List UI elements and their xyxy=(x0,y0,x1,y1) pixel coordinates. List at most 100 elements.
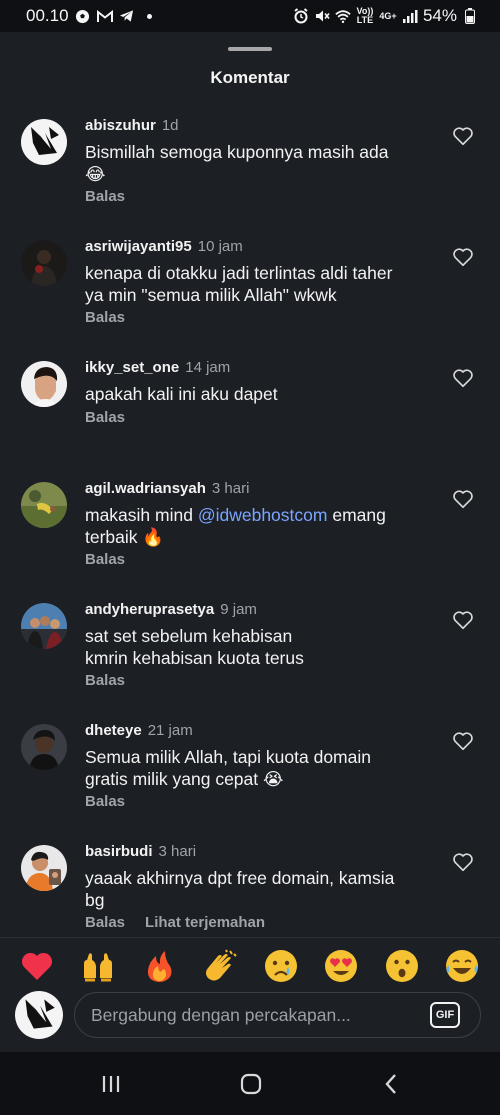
reply-button[interactable]: Balas xyxy=(85,914,125,931)
comment-text: apakah kali ini aku dapet xyxy=(85,383,425,405)
comment-item: asriwijayanti95 10 jam kenapa di otakku j… xyxy=(0,235,500,356)
comment-item: abiszuhur 1d Bismillah semoga kuponnya ma… xyxy=(0,114,500,235)
comment-list: abiszuhur 1d Bismillah semoga kuponnya ma… xyxy=(0,114,500,961)
sheet-title: Komentar xyxy=(210,68,290,87)
comment-line: apakah kali ini aku dapet xyxy=(85,384,278,404)
username[interactable]: andyheruprasetya xyxy=(85,601,214,618)
comment-line: bg xyxy=(85,890,105,910)
home-icon[interactable] xyxy=(239,1072,263,1096)
timestamp: 1d xyxy=(161,117,179,134)
username[interactable]: ikky_set_one xyxy=(85,359,179,376)
emoji-fire-icon[interactable] xyxy=(141,948,177,984)
comment-line: kenapa di otakku jadi terlintas aldi tah… xyxy=(85,263,393,283)
comment-text: Bismillah semoga kuponnya masih ada 😂 xyxy=(85,141,425,185)
comment-line: Semua milik Allah, tapi kuota domain xyxy=(85,747,371,767)
emoji-heart-icon[interactable] xyxy=(19,948,55,984)
heart-icon[interactable] xyxy=(452,125,474,147)
battery-percent: 54% xyxy=(422,6,457,25)
mute-icon xyxy=(314,8,330,24)
comment-actions: Balas xyxy=(85,409,125,426)
gmail-icon xyxy=(96,8,113,24)
signal-icon xyxy=(402,8,418,24)
comment-meta: basirbudi 3 hari xyxy=(85,843,196,860)
comment-text: sat set sebelum kehabisan kmrin kehabisan… xyxy=(85,625,425,669)
reply-button[interactable]: Balas xyxy=(85,409,125,426)
comment-meta: agil.wadriansyah 3 hari xyxy=(85,480,249,497)
timestamp: 21 jam xyxy=(147,722,193,739)
avatar[interactable] xyxy=(21,119,67,165)
see-translation-button[interactable]: Lihat terjemahan xyxy=(145,914,265,931)
heart-icon[interactable] xyxy=(452,730,474,752)
back-icon[interactable] xyxy=(380,1072,404,1096)
username[interactable]: agil.wadriansyah xyxy=(85,480,206,497)
emoji-clapping-hands-icon[interactable] xyxy=(202,948,238,984)
comment-text: makasih mind @idwebhostcom emang terbaik… xyxy=(85,504,425,548)
comment-line: kmrin kehabisan kuota terus xyxy=(85,648,304,668)
comment-text: Semua milik Allah, tapi kuota domain grat… xyxy=(85,746,425,790)
reply-button[interactable]: Balas xyxy=(85,309,125,326)
avatar[interactable] xyxy=(21,724,67,770)
telegram-icon xyxy=(119,8,135,24)
volte-indicator: Vo)) LTE xyxy=(356,6,374,25)
comment-composer: GIF xyxy=(0,990,500,1040)
username[interactable]: abiszuhur xyxy=(85,117,156,134)
avatar[interactable] xyxy=(21,240,67,286)
comment-actions: Balas Lihat terjemahan xyxy=(85,914,265,931)
comment-actions: Balas xyxy=(85,188,125,205)
comment-input[interactable] xyxy=(91,993,421,1037)
soccer-ball-icon xyxy=(75,8,91,24)
comment-line: sat set sebelum kehabisan xyxy=(85,626,293,646)
wifi-icon xyxy=(335,8,351,24)
comment-item: ikky_set_one 14 jam apakah kali ini aku d… xyxy=(0,356,500,477)
comment-line: ya min "semua milik Allah" wkwk xyxy=(85,285,337,305)
reply-button[interactable]: Balas xyxy=(85,793,125,810)
heart-icon[interactable] xyxy=(452,609,474,631)
comment-line: Bismillah semoga kuponnya masih ada xyxy=(85,142,389,162)
comment-item: basirbudi 3 hari yaaak akhirnya dpt free … xyxy=(0,840,500,961)
username[interactable]: asriwijayanti95 xyxy=(85,238,192,255)
comment-meta: andyheruprasetya 9 jam xyxy=(85,601,257,618)
composer-divider xyxy=(0,937,500,938)
recent-apps-icon[interactable] xyxy=(99,1072,123,1096)
status-time: 00.10 xyxy=(26,6,69,25)
comment-actions: Balas xyxy=(85,672,125,689)
reply-button[interactable]: Balas xyxy=(85,672,125,689)
status-bar: 00.10 Vo)) LTE 4G+ 54% xyxy=(0,0,500,32)
gif-button[interactable]: GIF xyxy=(430,1002,460,1028)
timestamp: 10 jam xyxy=(197,238,243,255)
emoji-crying-face-icon[interactable] xyxy=(263,948,299,984)
emoji-heart-eyes-icon[interactable] xyxy=(323,948,359,984)
heart-icon[interactable] xyxy=(452,367,474,389)
comment-meta: dheteye 21 jam xyxy=(85,722,193,739)
comment-item: agil.wadriansyah 3 hari makasih mind @idw… xyxy=(0,477,500,598)
username[interactable]: basirbudi xyxy=(85,843,153,860)
comment-meta: ikky_set_one 14 jam xyxy=(85,359,230,376)
reply-button[interactable]: Balas xyxy=(85,188,125,205)
comment-actions: Balas xyxy=(85,309,125,326)
mention-link[interactable]: @idwebhostcom xyxy=(198,505,328,525)
avatar[interactable] xyxy=(21,603,67,649)
alarm-icon xyxy=(293,8,309,24)
comment-line: 😂 xyxy=(85,164,106,184)
avatar[interactable] xyxy=(21,845,67,891)
comment-text: kenapa di otakku jadi terlintas aldi tah… xyxy=(85,262,425,306)
heart-icon[interactable] xyxy=(452,246,474,268)
avatar[interactable] xyxy=(21,482,67,528)
emoji-raised-hands-icon[interactable] xyxy=(80,948,116,984)
heart-icon[interactable] xyxy=(452,851,474,873)
avatar[interactable] xyxy=(21,361,67,407)
battery-icon xyxy=(462,8,478,24)
comment-actions: Balas xyxy=(85,793,125,810)
reply-button[interactable]: Balas xyxy=(85,551,125,568)
emoji-tears-of-joy-icon[interactable] xyxy=(444,948,480,984)
comment-meta: asriwijayanti95 10 jam xyxy=(85,238,243,255)
notification-dot-icon xyxy=(146,13,152,19)
username[interactable]: dheteye xyxy=(85,722,142,739)
comment-line: gratis milik yang cepat 😭 xyxy=(85,769,284,789)
emoji-surprised-face-icon[interactable] xyxy=(384,948,420,984)
drag-handle[interactable] xyxy=(228,47,272,51)
system-navigation-bar xyxy=(0,1052,500,1115)
timestamp: 14 jam xyxy=(185,359,231,376)
emoji-reaction-bar xyxy=(0,948,500,984)
heart-icon[interactable] xyxy=(452,488,474,510)
